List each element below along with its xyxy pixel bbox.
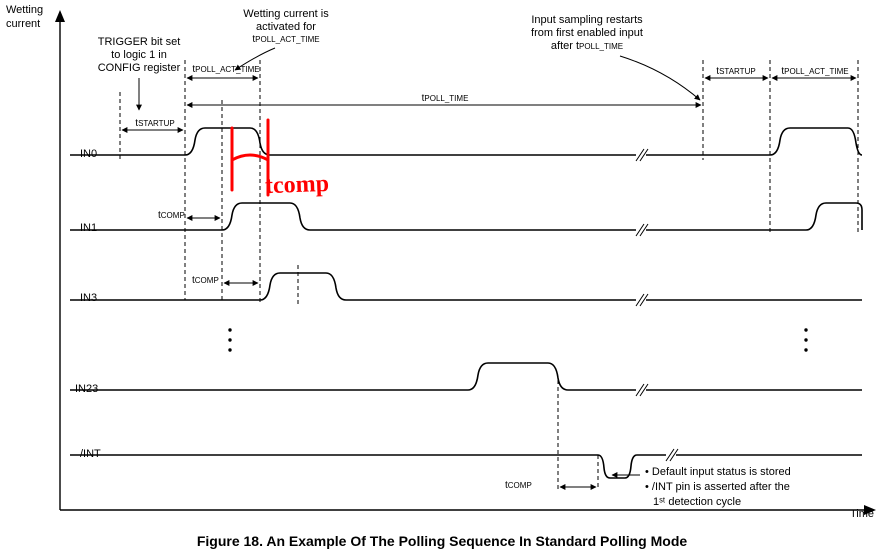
int-note-2: /INT pin is asserted after the 1ˢᵗ detec… — [645, 480, 791, 510]
int-note-1: Default input status is stored — [645, 465, 791, 480]
anno-trigger-l3: CONFIG register — [98, 62, 181, 74]
signal-in3-label: IN3 — [80, 292, 97, 304]
t-comp-in3: tCOMP — [192, 275, 219, 286]
anno-wetting-l1: Wetting current is — [243, 8, 328, 20]
annotation-arrows — [139, 48, 700, 475]
anno-sampling-l1: Input sampling restarts — [531, 14, 642, 26]
ellipsis-left — [228, 328, 231, 351]
t-startup-meas-right: tSTARTUP — [716, 66, 755, 77]
anno-wetting-l3: tPOLL_ACT_TIME — [252, 34, 319, 45]
ellipsis-right — [804, 328, 807, 351]
signal-in23-label: IN23 — [75, 383, 98, 395]
signal-in0-label: IN0 — [80, 148, 97, 160]
anno-wetting-l2: activated for — [256, 21, 316, 33]
handwritten-marks — [232, 120, 268, 195]
t-poll-act-time-meas-1: tPOLL_ACT_TIME — [192, 64, 259, 75]
anno-sampling-l2: from first enabled input — [531, 27, 643, 39]
x-axis-label: Time — [850, 508, 874, 520]
anno-sampling-l3: after tPOLL_TIME — [551, 40, 623, 52]
signal-int-label: /INT — [80, 448, 101, 460]
t-poll-act-time-label: tPOLL_ACT_TIME — [252, 34, 319, 45]
int-notes: Default input status is stored /INT pin … — [645, 465, 791, 510]
y-axis-label-line1: Wetting — [6, 4, 43, 16]
handwritten-tcomp: tcomp — [265, 171, 330, 200]
wave-in23 — [70, 363, 862, 390]
y-axis-label-line2: current — [6, 18, 40, 30]
guide-lines — [120, 60, 858, 490]
t-comp-in1: tCOMP — [158, 210, 185, 221]
t-poll-time-meas: tPOLL_TIME — [422, 93, 469, 104]
axes-group — [55, 10, 876, 515]
t-poll-act-time-meas-right: tPOLL_ACT_TIME — [781, 66, 848, 77]
wave-in3 — [70, 273, 862, 300]
anno-trigger-l2: to logic 1 in — [111, 49, 167, 61]
figure-caption: Figure 18. An Example Of The Polling Seq… — [0, 533, 884, 549]
wave-in0 — [70, 128, 862, 155]
anno-trigger-l1: TRIGGER bit set — [98, 36, 181, 48]
t-startup-meas-left: tSTARTUP — [135, 118, 174, 129]
t-comp-int: tCOMP — [505, 480, 532, 491]
break-marks — [636, 149, 678, 461]
wave-in1 — [70, 203, 862, 230]
signal-in1-label: IN1 — [80, 222, 97, 234]
waveforms — [70, 128, 862, 478]
